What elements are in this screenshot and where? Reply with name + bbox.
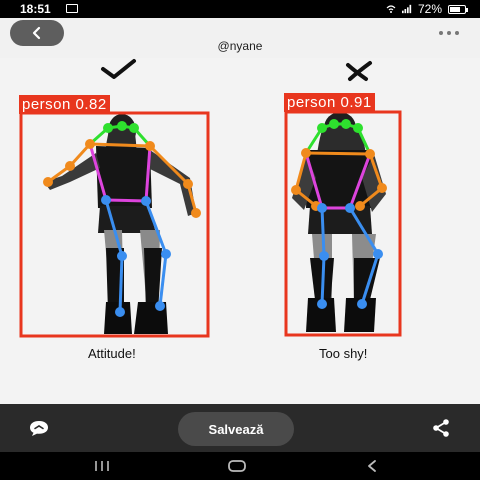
- save-button[interactable]: Salvează: [178, 412, 294, 446]
- battery-icon: [448, 4, 468, 14]
- right-detection-label: person 0.91: [284, 93, 375, 112]
- more-horizontal-icon: [439, 31, 443, 35]
- comment-icon: [30, 421, 48, 436]
- status-time: 18:51: [20, 2, 51, 16]
- cross-icon: [346, 61, 372, 81]
- chevron-left-icon: [32, 26, 41, 40]
- comment-button[interactable]: [26, 418, 52, 438]
- share-icon: [433, 419, 449, 437]
- right-person: [292, 112, 386, 332]
- battery-fill: [450, 6, 460, 12]
- status-icons: 72%: [386, 2, 468, 16]
- bottom-toolbar: Salvează: [0, 404, 480, 452]
- gallery-notification-icon: [66, 4, 78, 13]
- home-button[interactable]: [217, 456, 257, 476]
- checkmark-icon: [101, 59, 136, 79]
- share-button[interactable]: [428, 418, 454, 438]
- left-caption: Attitude!: [88, 346, 136, 361]
- wifi-icon: [386, 5, 396, 13]
- pose-comparison-image[interactable]: person 0.82 person 0.91 Attitude! Too sh…: [0, 58, 480, 404]
- recent-apps-icon: [95, 461, 109, 471]
- back-icon: [368, 460, 376, 472]
- right-caption: Too shy!: [319, 346, 368, 361]
- signal-icon: [401, 4, 412, 14]
- battery-percent: 72%: [417, 2, 442, 16]
- left-detection-label: person 0.82: [19, 95, 110, 114]
- navigation-bar: [0, 452, 480, 480]
- more-options-button[interactable]: [432, 26, 466, 40]
- recent-apps-button[interactable]: [82, 456, 122, 476]
- status-bar: 18:51 72%: [0, 0, 480, 18]
- home-icon: [228, 460, 246, 472]
- app-header: @nyane: [0, 18, 480, 58]
- nav-back-button[interactable]: [352, 456, 392, 476]
- username: @nyane: [217, 39, 263, 53]
